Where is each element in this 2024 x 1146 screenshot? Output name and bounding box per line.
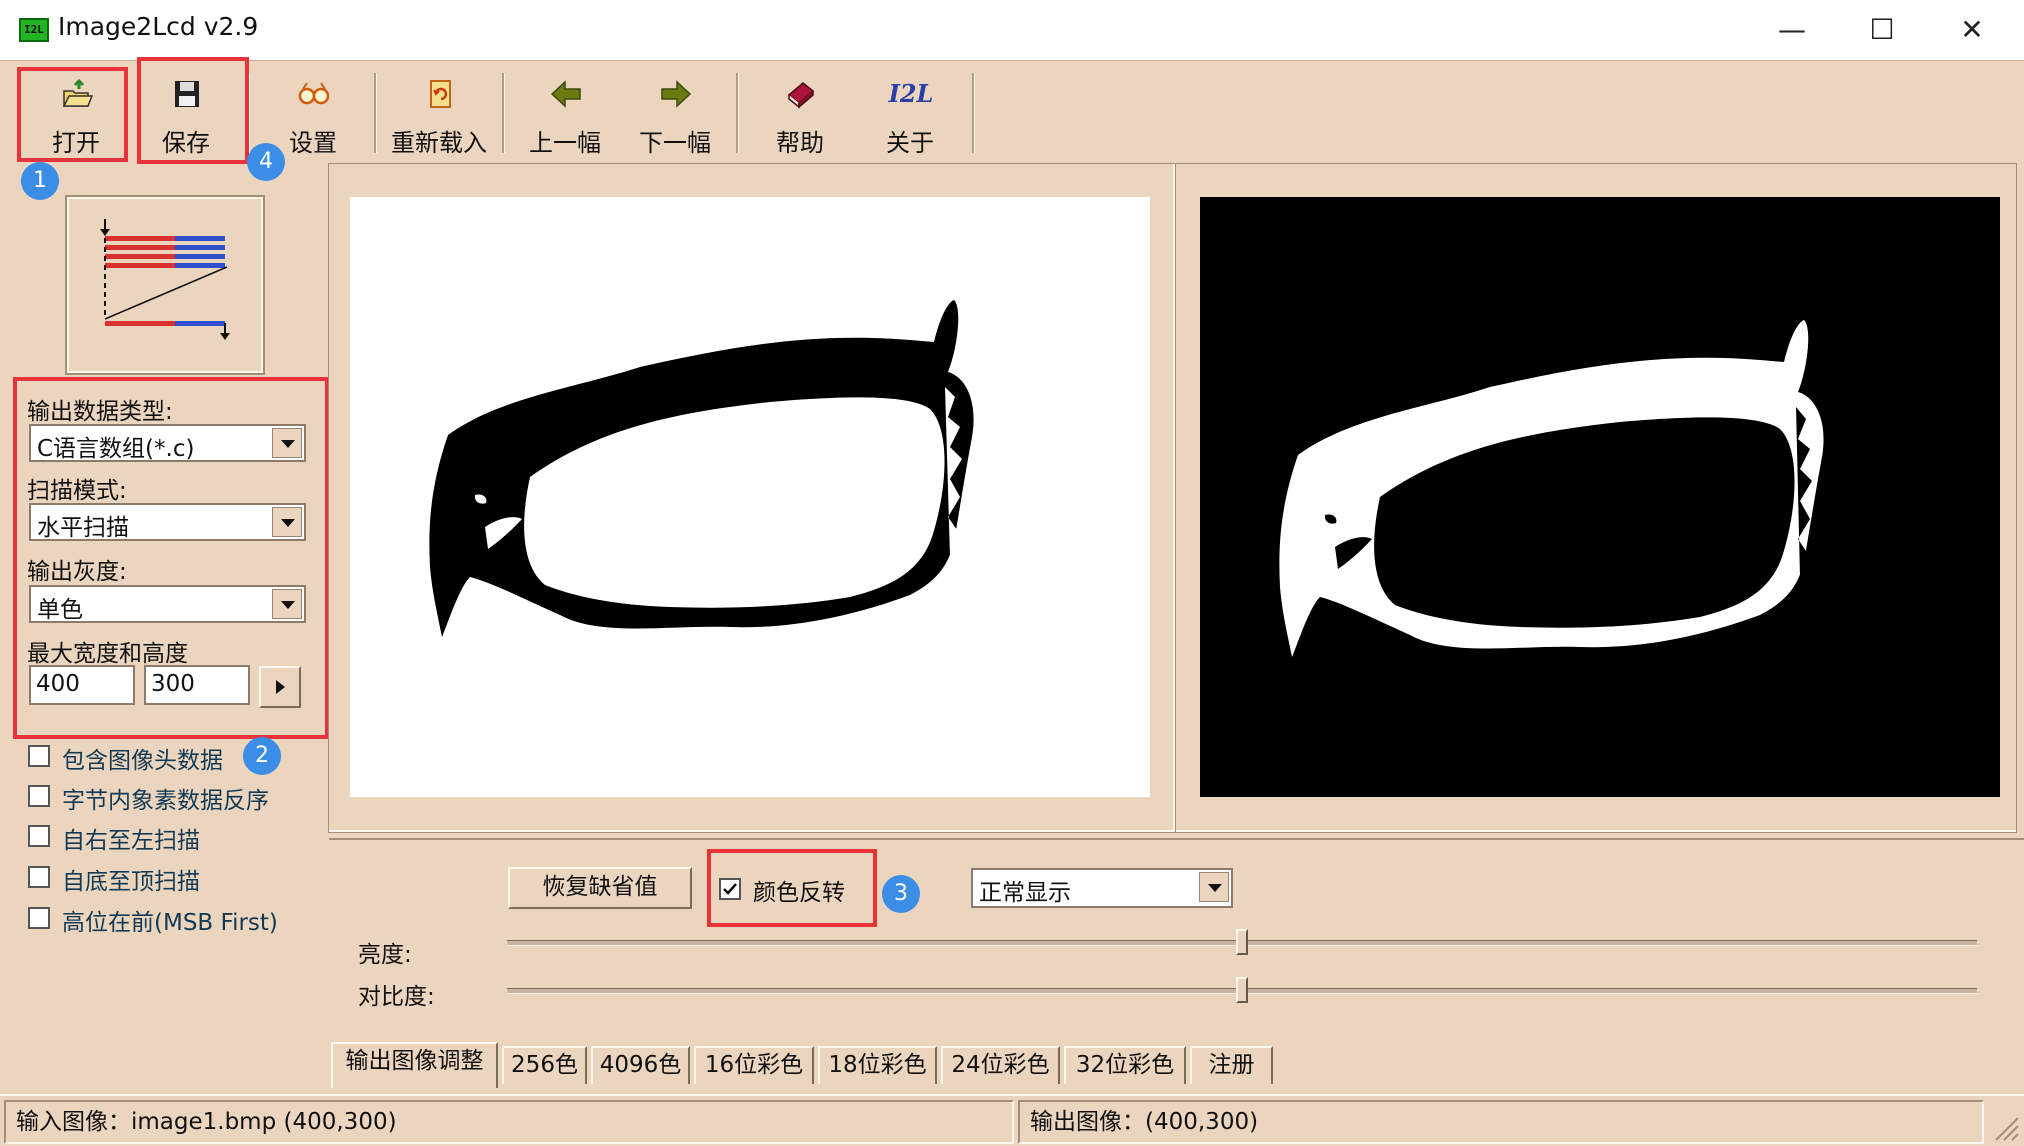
annotation-badge-1: 1 [21,162,59,200]
arrow-right-icon [661,80,692,108]
tab-palette-3[interactable]: 16位彩色 [694,1046,814,1084]
arrow-left-icon [550,80,581,108]
restore-default-button[interactable]: 恢复缺省值 [508,867,692,909]
close-button[interactable]: ✕ [1927,0,2017,60]
chevron-down-icon[interactable] [1199,872,1229,902]
output-type-select[interactable]: C语言数组(*.c) [29,424,306,462]
option-label: 自右至左扫描 [62,828,200,854]
play-arrow-icon [276,680,285,694]
tab-palette-5[interactable]: 24位彩色 [941,1046,1060,1084]
output-type-value: C语言数组(*.c) [37,436,195,462]
resize-grip-icon[interactable] [1990,1110,2020,1144]
help-label: 帮助 [776,129,824,157]
apply-size-button[interactable] [259,666,301,708]
annotation-box-open [17,67,128,162]
input-image-status: 输入图像：image1.bmp (400,300) [4,1100,1014,1144]
glasses-icon [298,82,330,105]
tab-palette-2[interactable]: 4096色 [591,1046,690,1084]
i2l-logo-icon: I2L [888,79,934,108]
contrast-label: 对比度: [358,984,435,1010]
annotation-badge-4: 4 [247,143,285,181]
about-label: 关于 [886,129,934,157]
annotation-box-save [137,57,249,164]
output-image-preview [1200,197,2000,797]
next-label: 下一幅 [639,129,711,157]
invert-color-checkbox[interactable] [719,878,741,900]
toolbar-separator [502,73,505,153]
brightness-slider-thumb[interactable] [1236,929,1248,955]
reload-button[interactable]: 重新载入 [386,69,492,157]
annotation-badge-2: 2 [243,737,281,775]
scan-mode-value: 水平扫描 [37,515,129,541]
settings-button[interactable]: 设置 [260,69,366,157]
output-type-label: 输出数据类型: [27,399,173,425]
option-checkbox[interactable] [28,866,50,888]
previous-label: 上一幅 [529,129,601,157]
penguin-image [429,300,974,637]
option-label: 字节内象素数据反序 [62,788,269,814]
chevron-down-icon[interactable] [272,507,302,537]
window-title: Image2Lcd v2.9 [58,12,259,41]
gray-level-select[interactable]: 单色 [29,585,306,623]
tab-palette-4[interactable]: 18位彩色 [818,1046,937,1084]
scan-mode-select[interactable]: 水平扫描 [29,503,306,541]
scan-mode-illustration [100,219,230,340]
reload-label: 重新载入 [391,129,487,157]
display-mode-value: 正常显示 [979,880,1071,906]
option-checkbox[interactable] [28,825,50,847]
app-logo-icon: I2L [19,18,49,42]
maximize-button[interactable]: ☐ [1837,0,1927,60]
toolbar-separator [736,73,739,153]
output-image-status: 输出图像：(400,300) [1018,1100,1984,1144]
tab-palette-6[interactable]: 32位彩色 [1064,1046,1186,1084]
title-bar: I2L Image2Lcd v2.9 — ☐ ✕ [0,0,2024,60]
minimize-button[interactable]: — [1747,0,1837,60]
tab-palette-1[interactable]: 256色 [502,1046,587,1084]
invert-color-label: 颜色反转 [753,880,845,906]
toolbar-separator [972,73,975,153]
option-checkbox[interactable] [28,907,50,929]
check-mark-icon [723,883,737,895]
contrast-slider-thumb[interactable] [1236,977,1248,1003]
display-mode-select[interactable]: 正常显示 [971,868,1233,908]
gray-level-label: 输出灰度: [27,559,127,585]
scan-mode-label: 扫描模式: [27,478,127,504]
status-bar: 输入图像：image1.bmp (400,300) 输出图像：(400,300) [0,1094,2024,1146]
option-label: 自底至顶扫描 [62,869,200,895]
previous-button[interactable]: 上一幅 [512,69,618,157]
help-button[interactable]: 帮助 [747,69,853,157]
chevron-down-icon[interactable] [272,589,302,619]
chevron-down-icon[interactable] [272,428,302,458]
gray-level-value: 单色 [37,597,83,623]
about-button[interactable]: I2L 关于 [857,69,963,157]
tab-output-adjust[interactable]: 输出图像调整 [331,1042,498,1088]
option-checkbox[interactable] [28,785,50,807]
max-width-input[interactable]: 400 [29,665,135,705]
scan-mode-preview [65,195,265,375]
option-label: 高位在前(MSB First) [62,910,278,936]
next-button[interactable]: 下一幅 [622,69,728,157]
option-label: 包含图像头数据 [62,748,223,774]
tab-palette-7[interactable]: 注册 [1190,1046,1273,1084]
max-height-input[interactable]: 300 [144,665,250,705]
penguin-image-inverted [1279,320,1824,657]
brightness-label: 亮度: [358,942,412,968]
help-book-icon [787,82,815,109]
toolbar-separator [374,73,377,153]
toolbar: 打开 保存 设置 重新载入 上一幅 下一幅 帮助 I2L 关于 [0,60,2024,161]
max-size-label: 最大宽度和高度 [27,641,188,667]
option-checkbox[interactable] [28,745,50,767]
input-image-preview [350,197,1150,797]
reload-document-icon [430,80,451,108]
app-window: I2L Image2Lcd v2.9 — ☐ ✕ 打开 保存 设置 重新载入 上… [0,0,2024,1146]
